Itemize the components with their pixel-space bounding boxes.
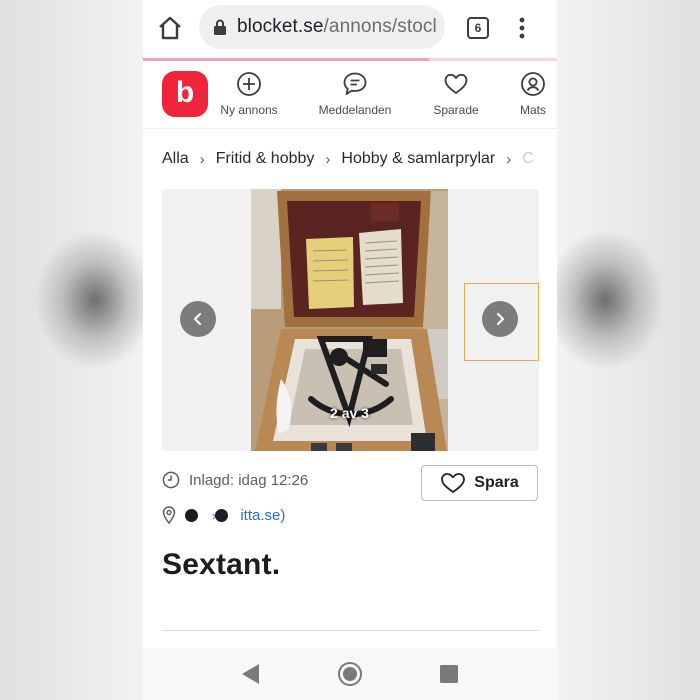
nav-saved[interactable]: Sparade — [425, 71, 487, 117]
nav-profile[interactable]: Mats — [513, 71, 553, 117]
url-domain: blocket.se — [237, 16, 324, 37]
nav-new-ad-label: Ny annons — [220, 103, 278, 117]
breadcrumb-separator-icon: › — [325, 150, 331, 168]
nav-messages-label: Meddelanden — [318, 103, 392, 117]
url-text: blocket.se/annons/stocl — [237, 16, 437, 38]
clock-icon — [162, 471, 180, 489]
nav-messages[interactable]: Meddelanden — [313, 71, 397, 117]
chevron-right-icon — [496, 312, 505, 326]
nav-new-ad[interactable]: Ny annons — [213, 71, 285, 117]
breadcrumb-item[interactable]: Alla — [162, 150, 189, 168]
breadcrumb: Alla › Fritid & hobby › Hobby & samlarpr… — [162, 148, 557, 170]
divider — [162, 630, 539, 631]
posted-time: Inlagd: idag 12:26 — [162, 471, 308, 489]
nav-saved-label: Sparade — [433, 103, 479, 117]
heart-icon — [441, 473, 466, 493]
save-ad-button[interactable]: Spara — [421, 465, 538, 501]
back-triangle-icon[interactable] — [239, 662, 261, 686]
breadcrumb-item[interactable]: Hobby & samlarprylar — [341, 150, 495, 168]
lock-icon — [214, 19, 226, 35]
more-vert-icon[interactable] — [515, 16, 529, 40]
save-ad-label: Spara — [474, 474, 519, 491]
breadcrumb-separator-icon: › — [506, 150, 512, 168]
tab-switcher-button[interactable]: 6 — [467, 17, 489, 39]
user-circle-icon — [521, 72, 545, 96]
gallery-next-button[interactable] — [482, 301, 518, 337]
ad-title: Sextant. — [162, 548, 281, 581]
posted-time-label: Inlagd: idag 12:26 — [189, 471, 309, 489]
url-path: /annons/stocl — [323, 16, 437, 37]
gallery-counter: 2 av 3 — [330, 405, 369, 421]
image-gallery: 2 av 3 — [162, 189, 539, 451]
address-bar[interactable]: blocket.se/annons/stocl — [199, 5, 445, 49]
heart-icon — [444, 73, 468, 94]
system-navigation-bar — [143, 648, 557, 700]
blocket-logo[interactable]: b — [162, 71, 208, 117]
location-row: › itta.se) — [162, 505, 285, 525]
breadcrumb-item-overflow[interactable]: C — [522, 150, 534, 168]
redaction-blot — [215, 508, 229, 522]
location-link[interactable]: itta.se) — [240, 507, 285, 524]
browser-toolbar: blocket.se/annons/stocl 6 — [143, 0, 557, 58]
gallery-prev-button[interactable] — [180, 301, 216, 337]
plus-circle-icon — [237, 72, 261, 96]
nav-profile-label: Mats — [519, 103, 546, 117]
redaction-blot — [185, 508, 198, 522]
home-icon[interactable] — [157, 15, 183, 41]
chat-bubble-icon — [343, 72, 367, 95]
site-header: b Ny annons Meddelanden Sparade Mats — [143, 61, 557, 129]
chevron-left-icon — [193, 312, 202, 326]
breadcrumb-separator-icon: › — [199, 150, 205, 168]
breadcrumb-item[interactable]: Fritid & hobby — [216, 150, 315, 168]
logo-letter: b — [175, 75, 195, 109]
home-circle-icon[interactable] — [337, 661, 363, 687]
phone-screen: blocket.se/annons/stocl 6 b Ny annons Me… — [143, 0, 557, 700]
location-pin-icon — [162, 506, 176, 524]
recents-square-icon[interactable] — [439, 664, 459, 684]
